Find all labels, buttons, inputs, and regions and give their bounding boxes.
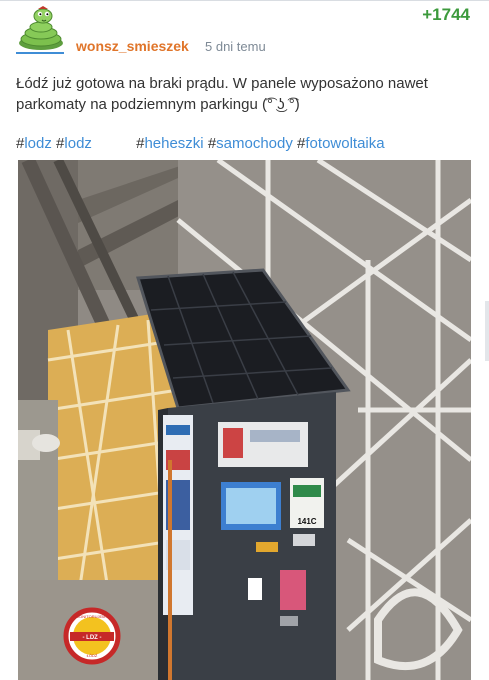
vote-count[interactable]: +1744 — [422, 5, 470, 25]
svg-text:ŁÓDŹ: ŁÓDŹ — [87, 653, 98, 658]
tag-link-samochody[interactable]: #samochody — [208, 135, 293, 152]
svg-text:MONITORUJEMY: MONITORUJEMY — [76, 614, 109, 619]
entry-post: wonsz_smieszek 5 dni temu +1744 Łódź już… — [0, 0, 489, 680]
tag-link-lodz[interactable]: #lodz — [16, 135, 52, 152]
tag-link-lodz-2[interactable]: #lodz — [56, 135, 92, 152]
watermark-badge: MONITORUJEMY - LDZ - ŁÓDŹ — [63, 607, 121, 665]
post-body: Łódź już gotowa na braki prądu. W panele… — [16, 75, 428, 113]
author-username-link[interactable]: wonsz_smieszek — [76, 38, 189, 54]
post-photo[interactable]: 141C MONITORUJEMY - LDZ - ŁÓDŹ — [18, 160, 471, 680]
svg-text:- LDZ -: - LDZ - — [83, 635, 102, 641]
snake-avatar-icon[interactable] — [16, 5, 66, 51]
tag-link-heheszki[interactable]: #heheszki — [136, 135, 204, 152]
post-timestamp[interactable]: 5 dni temu — [205, 39, 266, 54]
tag-link-fotowoltaika[interactable]: #fotowoltaika — [297, 135, 385, 152]
tag-list: #lodz #lodz #heheszki #samochody #fotowo… — [16, 134, 385, 154]
meter-price-label: 141C — [297, 517, 316, 526]
scrollbar[interactable] — [485, 301, 489, 361]
avatar-underline — [16, 52, 64, 54]
